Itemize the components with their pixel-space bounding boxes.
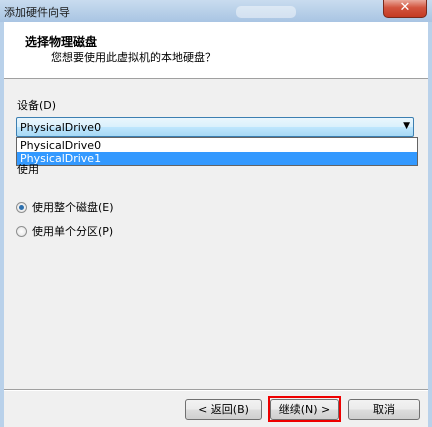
dropdown-option-drive0[interactable]: PhysicalDrive0 xyxy=(17,139,417,152)
dialog-body: 选择物理磁盘 您想要使用此虚拟机的本地硬盘？ 设备(D) PhysicalDri… xyxy=(4,22,428,427)
window-title: 添加硬件向导 xyxy=(4,6,70,19)
radio-checked-icon[interactable] xyxy=(16,202,27,213)
page-title: 选择物理磁盘 xyxy=(25,35,98,49)
radio-single-partition-label: 使用单个分区(P) xyxy=(32,225,114,238)
cancel-button[interactable]: 取消 xyxy=(348,399,420,420)
device-dropdown[interactable]: PhysicalDrive0 ▼ xyxy=(16,117,414,137)
window-frame-right xyxy=(428,22,432,427)
back-button[interactable]: < 返回(B) xyxy=(185,399,262,420)
next-button-highlight xyxy=(268,396,341,422)
title-blur xyxy=(236,6,296,18)
dropdown-list: PhysicalDrive0 PhysicalDrive1 xyxy=(16,137,418,166)
radio-whole-disk-label: 使用整个磁盘(E) xyxy=(32,201,114,214)
close-button[interactable]: ✕ xyxy=(383,0,427,18)
title-bar: 添加硬件向导 ✕ xyxy=(0,0,432,22)
footer-divider xyxy=(4,389,428,391)
page-subtitle: 您想要使用此虚拟机的本地硬盘？ xyxy=(51,51,216,64)
chevron-down-icon[interactable]: ▼ xyxy=(403,121,410,131)
radio-single-partition[interactable]: 使用单个分区(P) xyxy=(16,225,113,239)
device-label: 设备(D) xyxy=(17,99,57,112)
usage-group-label: 使用 xyxy=(17,164,39,174)
dropdown-option-drive1[interactable]: PhysicalDrive1 xyxy=(17,152,417,165)
radio-unchecked-icon[interactable] xyxy=(16,226,27,237)
dropdown-value: PhysicalDrive0 xyxy=(20,121,102,134)
radio-whole-disk[interactable]: 使用整个磁盘(E) xyxy=(16,201,114,215)
wizard-header: 选择物理磁盘 您想要使用此虚拟机的本地硬盘？ xyxy=(4,22,428,79)
